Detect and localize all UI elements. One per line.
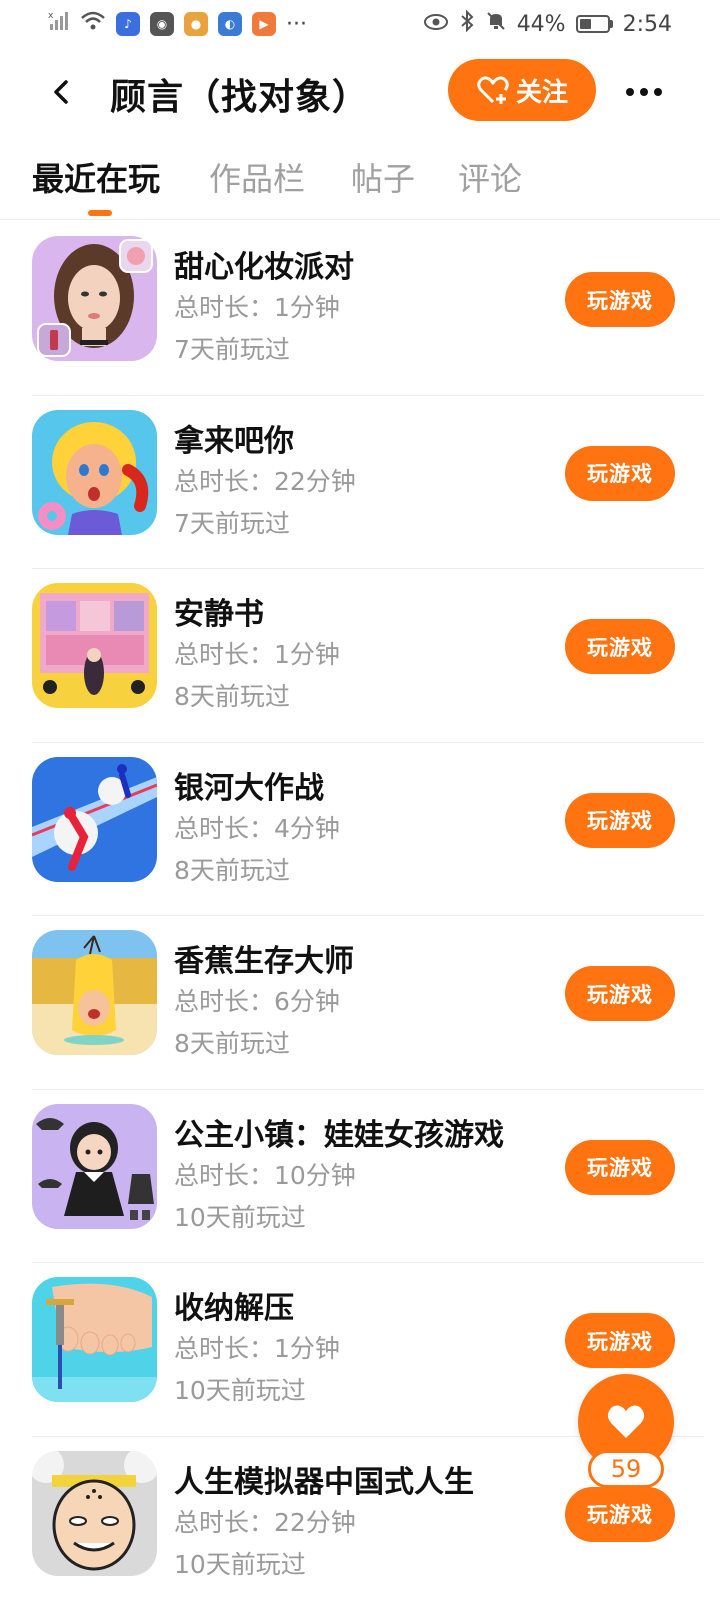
bluetooth-icon [459, 9, 475, 38]
list-item[interactable]: 拿来吧你 总时长：22分钟 7天前玩过 玩游戏 [0, 396, 720, 569]
game-name: 甜心化妆派对 [174, 250, 354, 285]
tab-works[interactable]: 作品栏 [209, 154, 305, 200]
play-game-button[interactable]: 玩游戏 [565, 619, 675, 674]
status-right: 44% 2:54 [423, 9, 672, 38]
game-last-played: 7天前玩过 [174, 335, 290, 364]
follow-button[interactable]: 关注 [448, 59, 596, 121]
clock: 2:54 [622, 11, 672, 37]
play-game-button[interactable]: 玩游戏 [565, 445, 675, 501]
game-last-played: 10天前玩过 [174, 1549, 306, 1579]
profile-tabs: 最近在玩 作品栏 帖子 评论 [0, 148, 720, 220]
like-count: 59 [588, 1450, 664, 1488]
tab-recently-played[interactable]: 最近在玩 [32, 154, 160, 200]
page-title: 顾言（找对象） [110, 77, 370, 118]
banana-kid-icon[interactable] [32, 930, 157, 1055]
quiet-book-icon[interactable] [32, 583, 157, 708]
back-button[interactable] [40, 70, 84, 114]
doll-dressup-icon[interactable] [32, 1103, 157, 1229]
list-item[interactable]: 安静书 总时长：1分钟 8天前玩过 玩游戏 [0, 569, 720, 743]
game-duration: 总时长：10分钟 [174, 1160, 356, 1190]
list-item[interactable]: 香蕉生存大师 总时长：6分钟 8天前玩过 玩游戏 [0, 916, 720, 1090]
list-item[interactable]: 甜心化妆派对 总时长：1分钟 7天前玩过 玩游戏 [0, 222, 720, 396]
mute-icon [485, 10, 507, 38]
active-tab-indicator [88, 210, 112, 216]
game-duration: 总时长：1分钟 [174, 1334, 340, 1363]
game-last-played: 10天前玩过 [174, 1202, 306, 1232]
cartoon-girl-icon[interactable] [32, 409, 157, 535]
makeup-girl-icon[interactable] [32, 236, 157, 361]
game-duration: 总时长：6分钟 [174, 987, 340, 1016]
play-game-button[interactable]: 玩游戏 [565, 272, 675, 327]
game-duration: 总时长：22分钟 [174, 1507, 356, 1537]
game-duration: 总时长：1分钟 [174, 293, 340, 322]
tab-comments[interactable]: 评论 [458, 154, 522, 200]
game-name: 公主小镇：娃娃女孩游戏 [174, 1117, 504, 1153]
status-bar: x ♪ ◉ ● ◐ ▶ ··· 44% 2:54 [0, 0, 720, 48]
game-last-played: 10天前玩过 [174, 1376, 306, 1405]
profile-header: 顾言（找对象） 关注 [0, 52, 720, 132]
play-game-button[interactable]: 玩游戏 [565, 1486, 675, 1542]
list-item[interactable]: 公主小镇：娃娃女孩游戏 总时长：10分钟 10天前玩过 玩游戏 [0, 1090, 720, 1263]
game-last-played: 8天前玩过 [174, 1029, 290, 1058]
music-app-icon: ♪ [116, 12, 140, 36]
eye-icon [423, 12, 449, 37]
play-game-button[interactable]: 玩游戏 [565, 1139, 675, 1195]
status-left: x ♪ ◉ ● ◐ ▶ ··· [48, 10, 307, 38]
game-last-played: 7天前玩过 [174, 508, 290, 538]
game-name: 香蕉生存大师 [174, 944, 354, 979]
svg-text:x: x [48, 11, 54, 21]
browser-app-icon: ◐ [218, 12, 242, 36]
game-name: 收纳解压 [174, 1291, 294, 1326]
game-name: 拿来吧你 [174, 423, 294, 459]
video-app-icon: ▶ [252, 12, 276, 36]
wifi-icon [80, 10, 106, 38]
tab-posts[interactable]: 帖子 [351, 154, 415, 200]
list-item[interactable]: 银河大作战 总时长：4分钟 8天前玩过 玩游戏 [0, 743, 720, 916]
more-dot-icon [640, 88, 648, 96]
game-name: 人生模拟器中国式人生 [174, 1464, 474, 1500]
game-last-played: 8天前玩过 [174, 682, 290, 711]
play-game-button[interactable]: 玩游戏 [565, 792, 675, 848]
more-dot-icon [626, 88, 634, 96]
battery-icon [575, 15, 613, 33]
game-name: 安静书 [174, 597, 264, 632]
heart-plus-icon [477, 76, 509, 104]
more-options-button[interactable] [620, 72, 668, 112]
battery-percent: 44% [516, 11, 566, 37]
status-more: ··· [286, 11, 307, 37]
play-game-button[interactable]: 玩游戏 [565, 1313, 675, 1368]
game-duration: 总时长：1分钟 [174, 640, 340, 669]
signal-off-icon: x [48, 10, 70, 38]
game-last-played: 8天前玩过 [174, 855, 290, 885]
game-name: 银河大作战 [174, 770, 324, 806]
play-game-button[interactable]: 玩游戏 [565, 966, 675, 1021]
wechat-icon: ◉ [150, 12, 174, 36]
old-man-icon[interactable] [32, 1450, 157, 1576]
chevron-left-icon [54, 80, 68, 104]
heart-icon [607, 1405, 645, 1438]
more-dot-icon [654, 88, 662, 96]
foot-care-icon[interactable] [32, 1277, 157, 1402]
photos-app-icon: ● [184, 12, 208, 36]
game-duration: 总时长：4分钟 [174, 813, 340, 843]
game-duration: 总时长：22分钟 [174, 466, 356, 496]
follow-label: 关注 [515, 77, 568, 108]
runner-race-icon[interactable] [32, 756, 157, 882]
